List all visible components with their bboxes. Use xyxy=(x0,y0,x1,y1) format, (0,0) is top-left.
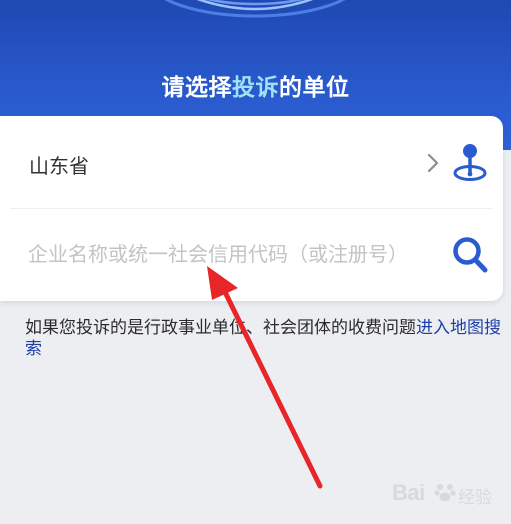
search-icon[interactable] xyxy=(451,235,489,275)
region-selector[interactable]: 山东省 xyxy=(0,116,503,208)
hint-note: 如果您投诉的是行政事业单位、社会团体的收费问题进入地图搜索 xyxy=(25,318,505,360)
page-title-suffix: 的单位 xyxy=(279,75,350,101)
page-title: 请选择投诉的单位 xyxy=(0,68,511,102)
header-decoration-icon xyxy=(164,0,346,18)
search-row xyxy=(0,209,503,301)
selection-card: 山东省 xyxy=(0,116,503,301)
chevron-right-icon xyxy=(427,153,439,173)
page-title-highlight: 投诉 xyxy=(232,75,279,101)
company-search-input[interactable] xyxy=(28,239,440,269)
hint-note-text: 如果您投诉的是行政事业单位、社会团体的收费问题 xyxy=(25,318,416,338)
watermark-brand: Bai xyxy=(392,480,425,505)
region-value: 山东省 xyxy=(29,154,89,178)
paw-icon xyxy=(434,484,456,502)
map-pin-icon[interactable] xyxy=(451,142,489,182)
page-title-text: 请选择 xyxy=(161,75,232,101)
watermark-suffix: 经验 xyxy=(458,488,492,508)
baidu-jingyan-watermark: Bai 经验 xyxy=(392,474,504,514)
